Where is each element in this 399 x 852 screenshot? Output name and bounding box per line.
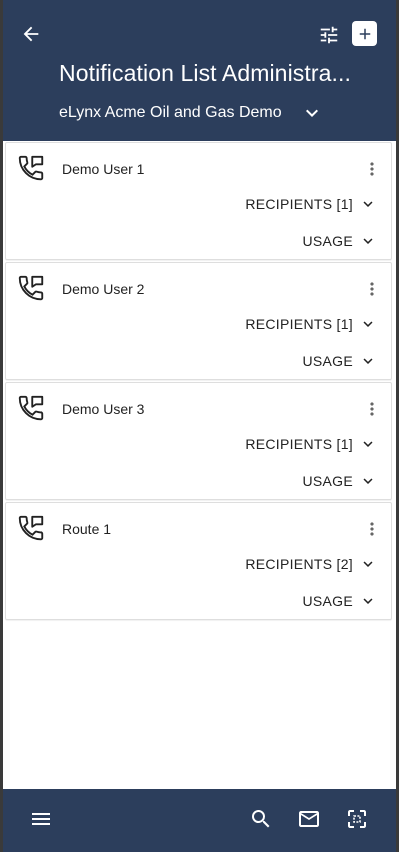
usage-label: USAGE [302, 353, 353, 369]
menu-button[interactable] [27, 805, 55, 833]
chevron-down-icon [363, 598, 373, 604]
organization-select[interactable]: eLynx Acme Oil and Gas Demo [59, 101, 324, 125]
phone-forward-icon [16, 273, 46, 303]
chevron-down-icon [363, 201, 373, 207]
list-name: Demo User 2 [62, 281, 145, 297]
recipients-expander[interactable]: RECIPIENTS [1] [245, 315, 377, 333]
phone-forward-icon [16, 393, 46, 423]
recipients-expander[interactable]: RECIPIENTS [1] [245, 195, 377, 213]
recipients-label: RECIPIENTS [1] [245, 436, 353, 452]
notification-list: Demo User 1 RECIPIENTS [1] USAGE Demo Us… [5, 142, 392, 622]
chevron-down-icon [363, 478, 373, 484]
fullscreen-button[interactable] [343, 805, 371, 833]
app-header: Notification List Administra... eLynx Ac… [3, 0, 396, 141]
chevron-down-icon [363, 561, 373, 567]
recipients-expander[interactable]: RECIPIENTS [1] [245, 435, 377, 453]
back-button[interactable] [17, 20, 45, 48]
phone-forward-icon [16, 513, 46, 543]
usage-label: USAGE [302, 233, 353, 249]
filter-button[interactable] [316, 22, 342, 48]
plus-icon [359, 28, 370, 39]
bottom-toolbar [3, 789, 396, 852]
chevron-down-icon [305, 109, 318, 117]
list-name: Demo User 1 [62, 161, 145, 177]
more-options-button[interactable] [362, 277, 382, 301]
phone-forward-icon [16, 153, 46, 183]
usage-expander[interactable]: USAGE [302, 352, 377, 370]
list-name: Route 1 [62, 521, 112, 537]
chevron-down-icon [363, 321, 373, 327]
recipients-label: RECIPIENTS [2] [245, 556, 353, 572]
mail-button[interactable] [295, 805, 323, 833]
notification-list-card[interactable]: Demo User 1 RECIPIENTS [1] USAGE [5, 142, 392, 260]
dots-vertical-icon [370, 402, 374, 416]
app-frame: Notification List Administra... eLynx Ac… [3, 0, 396, 852]
mail-icon [299, 811, 319, 827]
tune-sliders-icon [320, 26, 338, 44]
chevron-down-icon [363, 238, 373, 244]
usage-expander[interactable]: USAGE [302, 592, 377, 610]
dots-vertical-icon [370, 162, 374, 176]
organization-name: eLynx Acme Oil and Gas Demo [59, 104, 282, 121]
more-options-button[interactable] [362, 157, 382, 181]
recipients-label: RECIPIENTS [1] [245, 316, 353, 332]
more-options-button[interactable] [362, 397, 382, 421]
usage-expander[interactable]: USAGE [302, 232, 377, 250]
list-name: Demo User 3 [62, 401, 145, 417]
notification-list-card[interactable]: Route 1 RECIPIENTS [2] USAGE [5, 502, 392, 620]
more-options-button[interactable] [362, 517, 382, 541]
usage-label: USAGE [302, 473, 353, 489]
dots-vertical-icon [370, 282, 374, 296]
fullscreen-icon [348, 810, 366, 828]
search-icon [252, 810, 270, 828]
usage-label: USAGE [302, 593, 353, 609]
page-title: Notification List Administra... [59, 60, 351, 86]
dots-vertical-icon [370, 522, 374, 536]
usage-expander[interactable]: USAGE [302, 472, 377, 490]
notification-list-card[interactable]: Demo User 3 RECIPIENTS [1] USAGE [5, 382, 392, 500]
arrow-left-icon [23, 26, 39, 42]
recipients-expander[interactable]: RECIPIENTS [2] [245, 555, 377, 573]
notification-list-card[interactable]: Demo User 2 RECIPIENTS [1] USAGE [5, 262, 392, 380]
chevron-down-icon [363, 358, 373, 364]
hamburger-menu-icon [32, 813, 50, 825]
recipients-label: RECIPIENTS [1] [245, 196, 353, 212]
add-button[interactable] [352, 21, 377, 46]
chevron-down-icon [363, 441, 373, 447]
search-button[interactable] [247, 805, 275, 833]
